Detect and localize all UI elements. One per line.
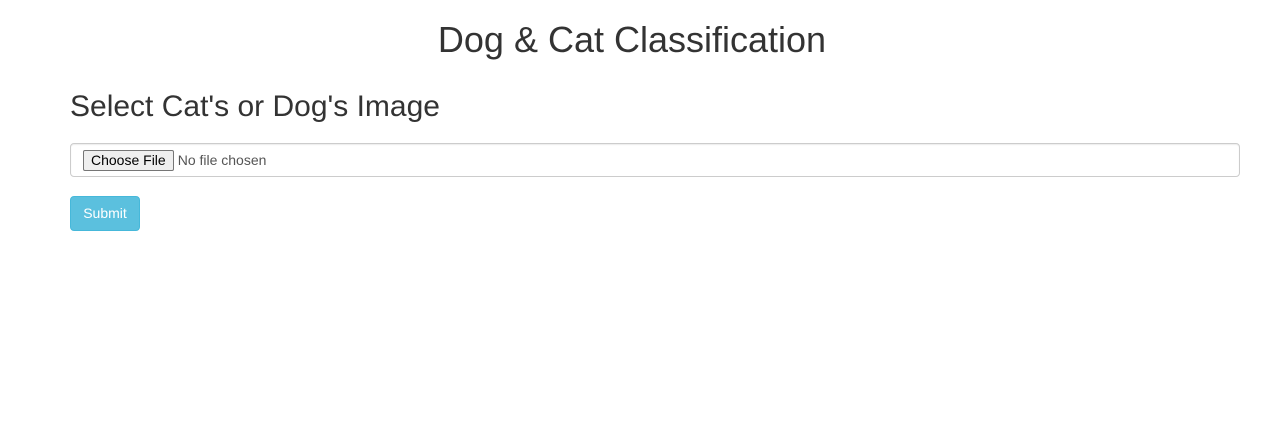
page-title: Dog & Cat Classification <box>437 19 827 60</box>
file-input[interactable]: Choose File No file chosen <box>70 143 1240 177</box>
section-heading: Select Cat's or Dog's Image <box>70 90 440 123</box>
file-status-text: No file chosen <box>177 151 267 168</box>
choose-file-button[interactable]: Choose File <box>83 149 174 171</box>
upload-form: Select Cat's or Dog's Image Choose File … <box>70 88 1240 231</box>
submit-button[interactable]: Submit <box>70 196 140 231</box>
page: Dog & Cat Classification Select Cat's or… <box>0 0 1264 447</box>
